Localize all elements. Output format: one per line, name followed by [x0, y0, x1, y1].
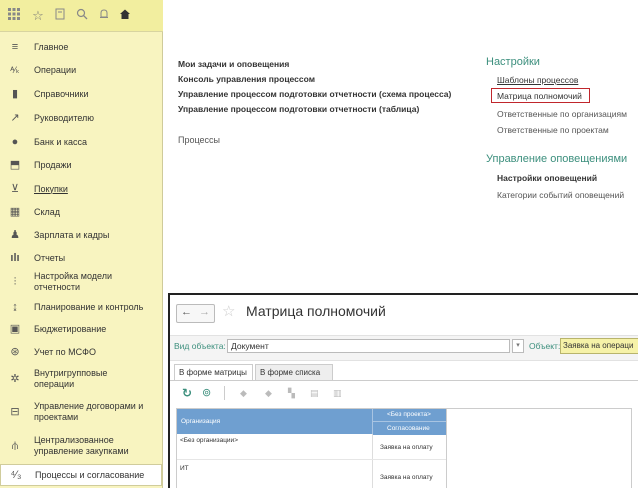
table-row[interactable]: <Без организации> Заявка на оплату [177, 434, 446, 459]
budget-icon: ▣ [9, 323, 21, 335]
filter-icon[interactable]: ⊚ [202, 386, 211, 399]
grid-header-approval: Согласование [372, 421, 447, 435]
move-up-icon[interactable]: ◆ [240, 388, 247, 399]
matrix-grid: Организация <Без проекта> Согласование <… [176, 408, 632, 488]
sidebar-item-manager[interactable]: ↗ Руководителю [0, 111, 162, 125]
sidebar-item-intragroup[interactable]: ✲ Внутригрупповые операции [0, 367, 162, 391]
link-authority-matrix[interactable]: Матрица полномочий [497, 91, 582, 101]
link-responsible-projects[interactable]: Ответственные по проектам [497, 125, 609, 135]
processes-label: Процессы [178, 135, 221, 145]
notify-title: Управление оповещениями [486, 153, 628, 165]
home-icon[interactable] [117, 8, 133, 24]
toolbar-separator [224, 386, 225, 400]
grid-icon[interactable] [6, 8, 22, 24]
warehouse-icon: ▦ [9, 206, 21, 218]
back-arrow-icon[interactable]: ← [181, 306, 192, 318]
menu-icon: ≡ [11, 41, 19, 53]
nav-buttons: ← → [176, 304, 215, 323]
process-icon: ⁴⁄₃ [10, 469, 22, 481]
window-title: Матрица полномочий [246, 303, 386, 319]
sidebar-item-operations[interactable]: ᴬ⁄ₖ Операции [0, 63, 162, 77]
cart-icon: ⊻ [10, 183, 20, 195]
procurement-icon: ⫛ [11, 440, 19, 452]
sidebar-item-planning[interactable]: ↨ Планирование и контроль [0, 300, 162, 314]
operations-icon: ᴬ⁄ₖ [10, 65, 20, 75]
tab-matrix[interactable]: В форме матрицы [174, 364, 253, 380]
planning-icon: ↨ [12, 301, 18, 313]
object-type-field[interactable]: Документ [227, 339, 510, 353]
group-icon: ✲ [10, 373, 20, 385]
sidebar: ☆ ≡ Главное ᴬ⁄ₖ Операции ▮ Справочники ↗… [0, 0, 163, 488]
book-icon: ▮ [11, 88, 19, 100]
top-toolbar: ☆ [0, 0, 163, 32]
person-icon: ♟ [10, 229, 20, 241]
grid-header-project: <Без проекта> [372, 409, 447, 421]
tab-list[interactable]: В форме списка [255, 364, 333, 380]
object-type-label: Вид объекта: [174, 341, 226, 351]
contract-icon: ⊟ [10, 406, 20, 418]
sidebar-item-bank[interactable]: ● Банк и касса [0, 135, 162, 149]
sidebar-item-sales[interactable]: ⬒ Продажи [0, 158, 162, 172]
sidebar-item-reports[interactable]: ılı Отчеты [0, 251, 162, 265]
grid-header-org: Организация [177, 409, 372, 434]
sidebar-item-contracts[interactable]: ⊟ Управление договорами и проектами [0, 400, 162, 424]
authority-matrix-window: ← → ☆ Матрица полномочий Вид объекта: До… [168, 293, 638, 488]
history-icon[interactable] [52, 8, 68, 24]
link-process-console[interactable]: Консоль управления процессом [178, 74, 315, 84]
search-icon[interactable] [74, 8, 90, 24]
link-notify-settings[interactable]: Настройки оповещений [497, 173, 597, 183]
copy-icon[interactable]: ▚ [288, 388, 295, 399]
refresh-icon[interactable]: ↻ [182, 386, 192, 400]
sidebar-item-main[interactable]: ≡ Главное [0, 40, 162, 54]
link-reporting-scheme[interactable]: Управление процессом подготовки отчетнос… [178, 89, 451, 99]
bag-icon: ⬒ [9, 159, 21, 171]
link-my-tasks[interactable]: Мои задачи и оповещения [178, 59, 289, 69]
sidebar-item-budgeting[interactable]: ▣ Бюджетирование [0, 322, 162, 336]
object-label: Объект: [529, 341, 561, 351]
bank-icon: ● [11, 136, 19, 148]
link-event-categories[interactable]: Категории событий оповещений [497, 190, 624, 200]
clear-icon[interactable]: ▥ [333, 388, 342, 399]
move-down-icon[interactable]: ◆ [265, 388, 272, 399]
bell-icon[interactable] [96, 8, 112, 24]
sidebar-item-warehouse[interactable]: ▦ Склад [0, 205, 162, 219]
object-type-dropdown-icon[interactable]: ▾ [512, 339, 524, 353]
star-icon[interactable]: ☆ [30, 8, 46, 24]
link-responsible-orgs[interactable]: Ответственные по организациям [497, 109, 627, 119]
globe-icon: ⊛ [10, 346, 20, 358]
forward-arrow-icon[interactable]: → [199, 306, 210, 318]
table-row[interactable]: ИТ Заявка на оплату [177, 460, 446, 488]
object-field[interactable]: Заявка на операци [560, 338, 638, 354]
link-reporting-table[interactable]: Управление процессом подготовки отчетнос… [178, 104, 419, 114]
favorite-star-icon[interactable]: ☆ [222, 302, 235, 320]
link-process-templates[interactable]: Шаблоны процессов [497, 75, 578, 85]
model-icon: ⫶ [13, 276, 17, 288]
grid-col-divider [446, 409, 447, 488]
reports-icon: ılı [10, 252, 20, 264]
paste-icon[interactable]: ▤ [310, 388, 319, 399]
sidebar-item-purchases[interactable]: ⊻ Покупки [0, 182, 162, 196]
sidebar-item-processes[interactable]: ⁴⁄₃ Процессы и согласование [0, 464, 162, 486]
settings-title: Настройки [486, 56, 540, 68]
sidebar-item-reference[interactable]: ▮ Справочники [0, 87, 162, 101]
tab-divider [170, 380, 638, 381]
sidebar-item-payroll[interactable]: ♟ Зарплата и кадры [0, 228, 162, 242]
sidebar-item-procurement[interactable]: ⫛ Централизованное управление закупками [0, 434, 162, 458]
sidebar-item-reporting-model[interactable]: ⫶ Настройка модели отчетности [0, 270, 162, 294]
sidebar-item-ifrs[interactable]: ⊛ Учет по МСФО [0, 345, 162, 359]
trend-icon: ↗ [10, 112, 20, 124]
